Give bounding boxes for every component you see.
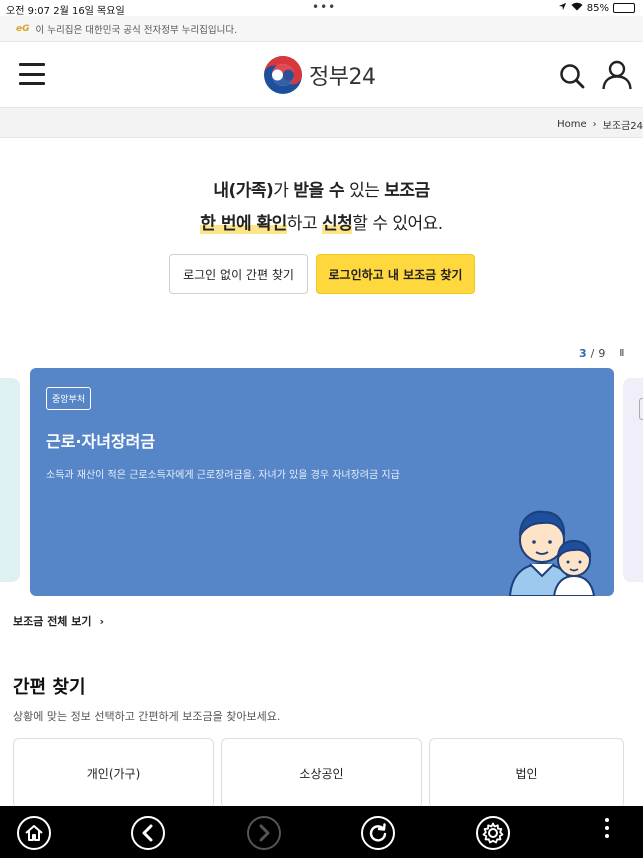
all-subsidies-label: 보조금 전체 보기 [13, 615, 92, 628]
card-tag: 중앙부처 [46, 387, 92, 410]
eg-logo: eG [16, 23, 30, 34]
user-icon[interactable] [601, 60, 633, 94]
next-slide-tag [639, 398, 643, 420]
subsidy-card[interactable]: 중앙부처 근로·자녀장려금 소득과 재산이 적은 근로소득자에게 근로장려금을,… [30, 368, 614, 596]
multitask-dots[interactable]: ••• [312, 0, 336, 14]
all-subsidies-link[interactable]: 보조금 전체 보기 › [13, 613, 104, 629]
home-icon[interactable] [17, 816, 51, 850]
gov-banner: eG 이 누리집은 대한민국 공식 전자정부 누리집입니다. [0, 16, 643, 42]
status-time-date: 오전 9:07 2월 16일 목요일 [6, 6, 125, 17]
more-icon[interactable] [605, 818, 611, 842]
breadcrumb-home[interactable]: Home [557, 119, 587, 130]
hamburger-icon[interactable] [19, 63, 45, 85]
location-icon [558, 2, 567, 14]
guest-find-button[interactable]: 로그인 없이 간편 찾기 [169, 254, 308, 294]
pause-icon[interactable]: II [619, 348, 624, 359]
hero-text-subsidy: 보조금 [384, 181, 430, 201]
wifi-icon [571, 2, 583, 14]
category-small-business[interactable]: 소상공인 [221, 738, 422, 808]
hero-text: 있는 [344, 181, 385, 201]
pager-total: 9 [598, 347, 606, 360]
chevron-right-icon: › [99, 614, 105, 628]
battery-percent: 85% [586, 2, 609, 14]
pager-separator: / [590, 347, 595, 360]
status-bar: 오전 9:07 2월 16일 목요일 ••• 85% [0, 0, 643, 17]
login-find-button[interactable]: 로그인하고 내 보조금 찾기 [316, 254, 475, 294]
bottom-toolbar [0, 806, 643, 858]
carousel-prev-slide[interactable] [0, 378, 20, 582]
hero-text-family: 내(가족) [213, 181, 274, 201]
hero-highlight-apply: 신청 [322, 214, 353, 234]
logo-text: 정부24 [309, 65, 376, 90]
gov-banner-text: 이 누리집은 대한민국 공식 전자정부 누리집입니다. [35, 24, 238, 36]
card-description: 소득과 재산이 적은 근로소득자에게 근로장려금을, 자녀가 있을 경우 자녀장… [46, 470, 400, 481]
hero-text: 하고 [286, 214, 323, 234]
site-header: 정부24 [0, 42, 643, 108]
hero-heading: 내(가족)가 받을 수 있는 보조금 한 번에 확인하고 신청할 수 있어요. [0, 176, 643, 234]
category-individual[interactable]: 개인(가구) [13, 738, 214, 808]
hero-highlight-check: 한 번에 확인 [200, 214, 287, 234]
breadcrumb: Home › 보조금24 [0, 108, 643, 138]
card-title: 근로·자녀장려금 [46, 432, 156, 451]
pager-current: 3 [579, 347, 587, 360]
settings-icon[interactable] [476, 816, 510, 850]
hero-line-1: 내(가족)가 받을 수 있는 보조금 [0, 176, 643, 201]
hero-line-2: 한 번에 확인하고 신청할 수 있어요. [0, 209, 643, 234]
taegeuk-logo-icon [264, 56, 302, 94]
site-logo[interactable]: 정부24 [263, 55, 376, 95]
breadcrumb-current[interactable]: 보조금24 [603, 117, 643, 132]
parent-child-illustration [508, 510, 596, 596]
carousel-pager: 3 / 9 II [579, 347, 624, 360]
category-corporation[interactable]: 법인 [429, 738, 624, 808]
hero-text: 가 [273, 181, 294, 201]
battery-icon [613, 3, 635, 13]
hero-text: 할 수 있어요. [352, 214, 443, 234]
hero-text-receive: 받을 수 [293, 181, 345, 201]
quick-find-subtitle: 상황에 맞는 정보 선택하고 간편하게 보조금을 찾아보세요. [13, 710, 281, 723]
forward-icon[interactable] [247, 816, 281, 850]
status-right: 85% [558, 2, 635, 14]
quick-find-title: 간편 찾기 [13, 677, 86, 698]
breadcrumb-separator: › [592, 119, 597, 130]
hero-buttons: 로그인 없이 간편 찾기 로그인하고 내 보조금 찾기 [169, 254, 475, 294]
carousel-next-slide[interactable] [623, 378, 643, 582]
quick-find-categories: 개인(가구) 소상공인 법인 [13, 738, 624, 808]
search-icon[interactable] [558, 62, 586, 94]
reload-icon[interactable] [361, 816, 395, 850]
back-icon[interactable] [131, 816, 165, 850]
